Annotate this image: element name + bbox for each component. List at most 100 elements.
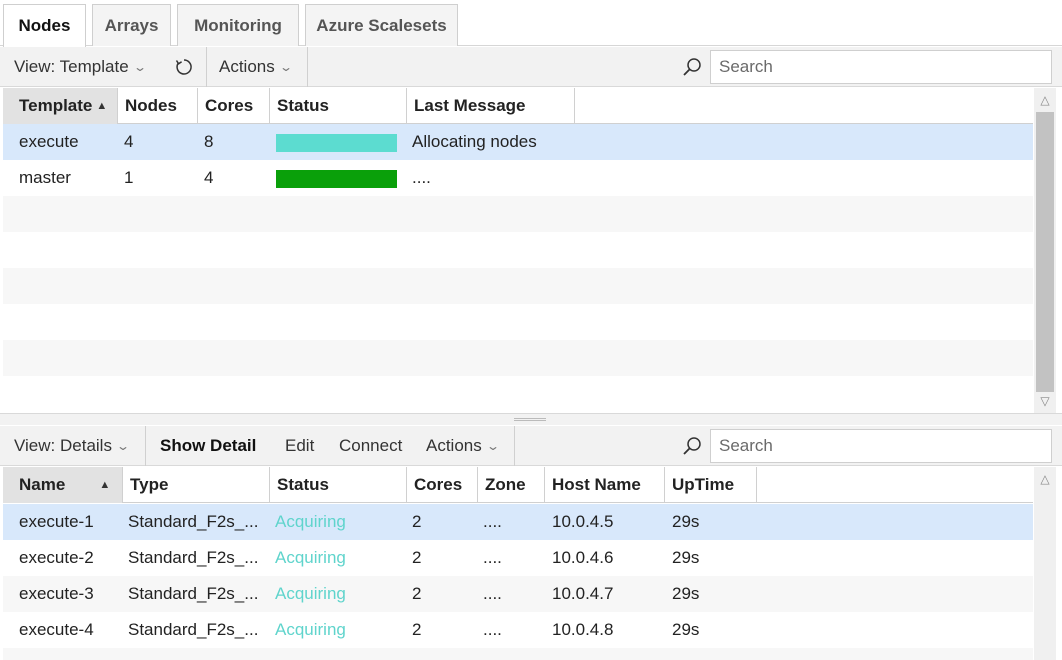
empty-row [3, 376, 1033, 412]
cell-cores: 2 [412, 548, 422, 567]
chevron-down-icon: ⌄ [485, 439, 500, 453]
scroll-up-icon[interactable]: △ [1034, 469, 1056, 489]
node-actions-dropdown[interactable]: Actions ⌄ [426, 426, 500, 466]
column-header-last-message[interactable]: Last Message [407, 88, 575, 124]
tab-azure-scalesets[interactable]: Azure Scalesets [305, 4, 458, 46]
column-header-cores[interactable]: Cores [407, 467, 478, 503]
column-header-type[interactable]: Type [123, 467, 270, 503]
empty-row [3, 340, 1033, 376]
cell-last-message: .... [412, 168, 431, 187]
tab-arrays[interactable]: Arrays [92, 4, 171, 46]
nodes-grid-header: Name ▲ Type Status Cores Zone Host Name U… [3, 467, 1033, 503]
column-header-nodes[interactable]: Nodes [118, 88, 198, 124]
empty-row [3, 648, 1033, 660]
toolbar-divider [514, 426, 515, 466]
chevron-down-icon: ⌄ [132, 60, 147, 74]
node-actions-label: Actions [426, 436, 482, 455]
toolbar-divider [206, 47, 207, 87]
tab-monitoring[interactable]: Monitoring [177, 4, 299, 46]
cell-cores: 2 [412, 512, 422, 531]
cell-status: Acquiring [275, 512, 346, 531]
status-progress-bar [276, 134, 397, 152]
empty-row [3, 268, 1033, 304]
nodes-search-box [710, 429, 1052, 463]
cell-uptime: 29s [672, 584, 700, 603]
column-header-name[interactable]: Name ▲ [3, 467, 123, 503]
view-details-label: View: Details [14, 436, 112, 455]
cell-uptime: 29s [672, 512, 700, 531]
table-row[interactable]: execute-1 Standard_F2s_... Acquiring 2 .… [3, 504, 1033, 540]
templates-grid-header: Template ▲ Nodes Cores Status Last Messag… [3, 88, 1033, 124]
connect-button[interactable]: Connect [339, 426, 402, 466]
column-header-uptime[interactable]: UpTime [665, 467, 757, 503]
tab-bar: Nodes Arrays Monitoring Azure Scalesets [0, 0, 1062, 47]
cell-type: Standard_F2s_... [128, 512, 259, 531]
column-header-host-name[interactable]: Host Name [545, 467, 665, 503]
scroll-up-icon[interactable]: △ [1034, 90, 1056, 110]
table-row[interactable]: execute-3 Standard_F2s_... Acquiring 2 .… [3, 576, 1033, 612]
status-progress-bar [276, 170, 397, 188]
scrollbar-thumb[interactable] [1036, 112, 1054, 392]
cell-host-name: 10.0.4.8 [552, 620, 614, 639]
chevron-down-icon: ⌄ [115, 439, 131, 453]
cell-host-name: 10.0.4.6 [552, 548, 614, 567]
cell-cores: 8 [204, 132, 214, 151]
cell-nodes: 1 [124, 168, 134, 187]
view-details-dropdown[interactable]: View: Details ⌄ [14, 426, 131, 466]
table-row[interactable]: execute 4 8 Allocating nodes [3, 124, 1033, 160]
table-row[interactable]: execute-4 Standard_F2s_... Acquiring 2 .… [3, 612, 1033, 648]
cell-cores: 4 [204, 168, 214, 187]
scroll-down-icon[interactable]: ▽ [1034, 391, 1056, 411]
column-header-status[interactable]: Status [270, 88, 407, 124]
cell-host-name: 10.0.4.7 [552, 584, 614, 603]
cell-last-message: Allocating nodes [412, 132, 537, 151]
view-template-dropdown[interactable]: View: Template ⌄ [14, 47, 147, 87]
edit-button[interactable]: Edit [285, 426, 314, 466]
templates-scrollbar[interactable]: △ ▽ [1034, 88, 1056, 413]
nodes-scrollbar[interactable]: △ [1034, 467, 1056, 660]
cell-uptime: 29s [672, 548, 700, 567]
table-row[interactable]: master 1 4 .... [3, 160, 1033, 196]
cell-type: Standard_F2s_... [128, 620, 259, 639]
empty-row [3, 232, 1033, 268]
view-template-label: View: Template [14, 57, 129, 76]
nodes-search-input[interactable] [719, 436, 1051, 456]
sort-ascending-icon: ▲ [99, 479, 111, 491]
template-toolbar: View: Template ⌄ Actions ⌄ [0, 47, 1062, 87]
column-header-template[interactable]: Template ▲ [3, 88, 118, 124]
toolbar-divider [307, 47, 308, 87]
cell-type: Standard_F2s_... [128, 584, 259, 603]
panel-splitter[interactable] [0, 413, 1062, 425]
nodes-toolbar: View: Details ⌄ Show Detail Edit Connect… [0, 426, 1062, 466]
cell-name: execute-1 [19, 512, 94, 531]
search-icon [680, 426, 704, 466]
chevron-down-icon: ⌄ [278, 60, 293, 74]
tab-nodes[interactable]: Nodes [3, 4, 86, 47]
column-header-cores[interactable]: Cores [198, 88, 270, 124]
cell-uptime: 29s [672, 620, 700, 639]
cell-name: execute-4 [19, 620, 94, 639]
cell-zone: .... [483, 584, 502, 603]
show-detail-button[interactable]: Show Detail [160, 426, 256, 466]
templates-grid: Template ▲ Nodes Cores Status Last Messag… [3, 88, 1033, 412]
cell-name: execute-3 [19, 584, 94, 603]
template-search-input[interactable] [719, 57, 1051, 77]
cell-zone: .... [483, 512, 502, 531]
template-actions-label: Actions [219, 57, 275, 76]
refresh-icon[interactable] [172, 47, 196, 87]
cell-cores: 2 [412, 584, 422, 603]
empty-row [3, 304, 1033, 340]
column-header-status[interactable]: Status [270, 467, 407, 503]
cell-template: execute [19, 132, 79, 151]
cell-nodes: 4 [124, 132, 134, 151]
template-search-box [710, 50, 1052, 84]
cell-status: Acquiring [275, 548, 346, 567]
cell-zone: .... [483, 548, 502, 567]
sort-ascending-icon: ▲ [96, 100, 108, 112]
column-header-zone[interactable]: Zone [478, 467, 545, 503]
table-row[interactable]: execute-2 Standard_F2s_... Acquiring 2 .… [3, 540, 1033, 576]
cell-host-name: 10.0.4.5 [552, 512, 614, 531]
cell-name: execute-2 [19, 548, 94, 567]
template-actions-dropdown[interactable]: Actions ⌄ [219, 47, 293, 87]
splitter-grip[interactable] [514, 418, 546, 421]
